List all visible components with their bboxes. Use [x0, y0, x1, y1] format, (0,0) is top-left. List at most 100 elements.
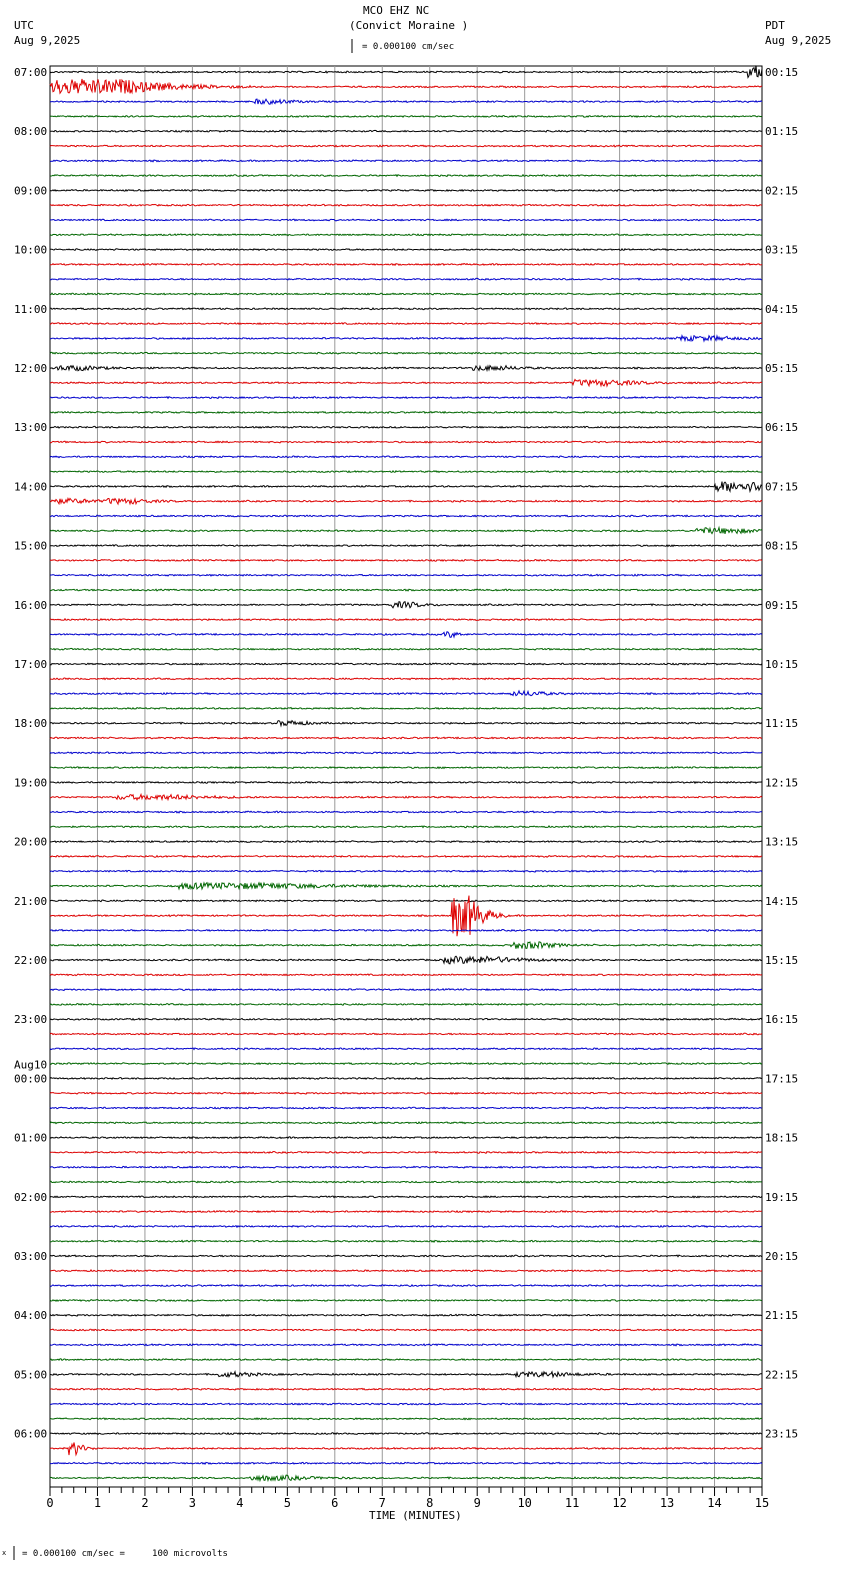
pdt-hour-label: 05:15 [765, 362, 798, 375]
seismic-trace [49, 1076, 763, 1080]
utc-hour-label: 17:00 [14, 658, 47, 671]
pdt-hour-label: 17:15 [765, 1072, 798, 1085]
pdt-hour-label: 11:15 [765, 717, 798, 730]
pdt-hour-label: 20:15 [765, 1250, 798, 1263]
x-tick-label: 2 [141, 1496, 148, 1510]
seismic-trace [49, 1298, 763, 1302]
seismic-trace [49, 1283, 763, 1288]
seismic-trace [49, 1387, 762, 1391]
seismic-trace [49, 1106, 763, 1110]
seismic-trace [49, 65, 763, 79]
pdt-hour-label: 14:15 [765, 895, 798, 908]
pdt-hour-label: 06:15 [765, 421, 798, 434]
x-tick-label: 15 [755, 1496, 769, 1510]
helicorder-plot: 0 1 2 3 4 5 6 7 8 9 10 11 12 13 14 1507:0008:0009:0010:… [13, 39, 798, 1560]
seismic-trace [49, 825, 763, 829]
seismic-trace [49, 573, 763, 577]
seismic-trace [49, 1417, 763, 1421]
seismic-trace [49, 973, 763, 977]
utc-hour-label: 23:00 [14, 1013, 47, 1026]
utc-hour-label: 06:00 [14, 1428, 47, 1441]
x-tick-label: 3 [189, 1496, 196, 1510]
pdt-hour-label: 02:15 [765, 184, 798, 197]
utc-hour-label: 07:00 [14, 66, 47, 79]
seismic-trace [50, 647, 763, 651]
seismic-trace [49, 277, 763, 281]
seismic-trace [49, 780, 763, 785]
date-change-label: Aug10 [14, 1058, 47, 1071]
x-tick-label: 5 [284, 1496, 291, 1510]
seismic-trace [49, 706, 763, 710]
pdt-hour-label: 16:15 [765, 1013, 798, 1026]
seismic-trace [49, 792, 763, 802]
x-tick-label: 9 [474, 1496, 481, 1510]
utc-hour-label: 03:00 [14, 1250, 47, 1263]
utc-hour-label: 00:00 [14, 1072, 47, 1085]
x-tick-label: 0 [46, 1496, 53, 1510]
seismic-trace [49, 395, 763, 400]
seismic-trace [49, 839, 763, 844]
seismic-trace [49, 247, 763, 252]
utc-hour-label: 08:00 [14, 125, 47, 138]
pdt-hour-label: 09:15 [765, 599, 798, 612]
utc-hour-label: 01:00 [14, 1132, 47, 1145]
seismic-trace [49, 810, 763, 814]
seismic-trace [49, 1432, 763, 1436]
utc-hour-label: 14:00 [14, 480, 47, 493]
pdt-hour-label: 22:15 [765, 1368, 798, 1381]
seismic-trace [49, 1017, 763, 1021]
seismic-trace [49, 1474, 763, 1483]
x-tick-label: 1 [94, 1496, 101, 1510]
utc-hour-label: 12:00 [14, 362, 47, 375]
seismic-trace [49, 941, 763, 950]
seismic-trace [49, 114, 763, 119]
seismic-trace [49, 1210, 763, 1214]
seismic-trace [49, 869, 763, 873]
seismic-trace [49, 1121, 763, 1125]
seismic-trace [49, 262, 763, 267]
seismic-trace [49, 233, 763, 237]
pdt-hour-label: 08:15 [765, 540, 798, 553]
seismic-trace [49, 1357, 763, 1362]
seismic-trace [49, 736, 763, 740]
seismic-trace [49, 1135, 763, 1140]
seismic-trace [49, 543, 763, 548]
seismic-trace [49, 955, 763, 965]
utc-hour-label: 22:00 [14, 954, 47, 967]
seismic-trace [49, 144, 763, 148]
utc-hour-label: 09:00 [14, 184, 47, 197]
pdt-hour-label: 21:15 [765, 1309, 798, 1322]
pdt-hour-label: 23:15 [765, 1428, 798, 1441]
seismic-trace [49, 765, 763, 770]
seismic-trace [49, 854, 763, 858]
seismic-trace [49, 440, 763, 444]
seismic-trace [49, 588, 763, 592]
seismic-trace [49, 364, 763, 373]
pdt-hour-label: 07:15 [765, 480, 798, 493]
seismic-trace [49, 928, 763, 933]
seismic-trace [49, 410, 763, 414]
utc-hour-label: 15:00 [14, 540, 47, 553]
seismic-trace [49, 1180, 763, 1184]
utc-hour-label: 20:00 [14, 836, 47, 849]
seismic-trace [49, 203, 763, 207]
seismic-trace [49, 1269, 763, 1273]
seismic-trace [49, 525, 763, 535]
pdt-hour-label: 00:15 [765, 66, 798, 79]
x-tick-label: 12 [612, 1496, 626, 1510]
utc-hour-label: 10:00 [14, 244, 47, 257]
x-tick-label: 14 [707, 1496, 721, 1510]
utc-hour-label: 11:00 [14, 303, 47, 316]
seismic-trace [49, 558, 763, 562]
seismic-trace [49, 1224, 763, 1229]
seismic-trace [49, 677, 763, 681]
seismic-trace [49, 292, 763, 296]
seismic-trace [49, 514, 763, 518]
utc-hour-label: 13:00 [14, 421, 47, 434]
seismic-trace [49, 719, 763, 728]
seismic-trace [49, 601, 763, 609]
seismic-trace [49, 1442, 763, 1457]
seismic-trace [49, 1150, 763, 1155]
pdt-hour-label: 10:15 [765, 658, 798, 671]
utc-hour-label: 16:00 [14, 599, 47, 612]
